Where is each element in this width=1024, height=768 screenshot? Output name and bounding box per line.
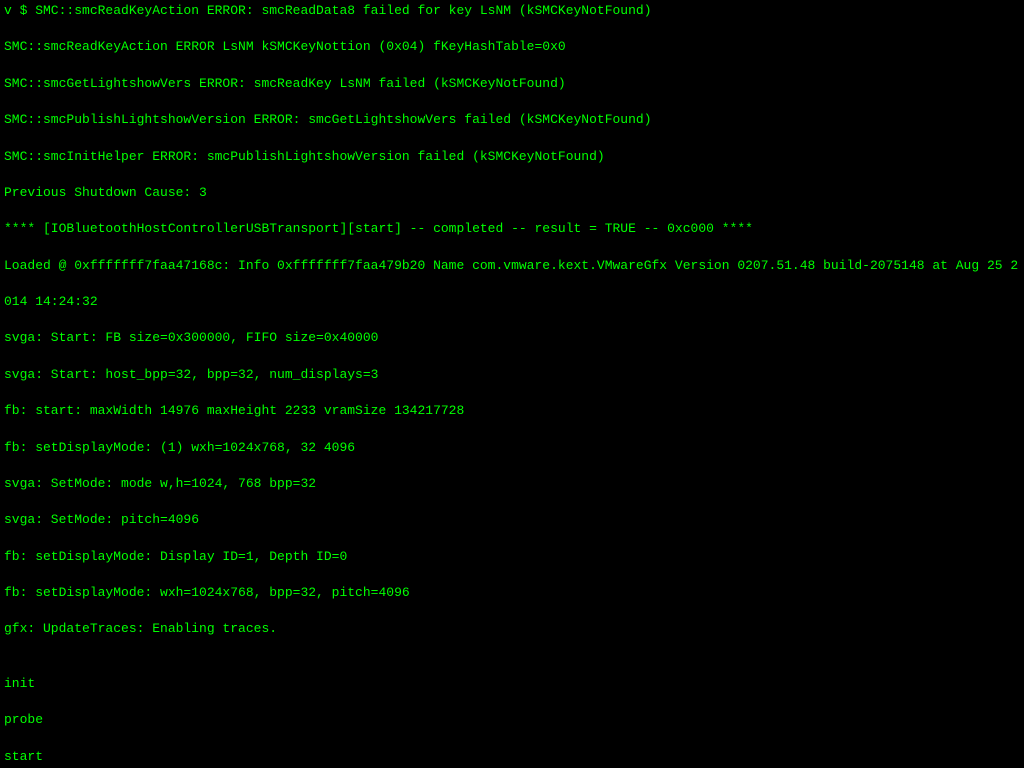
terminal-line: svga: SetMode: mode w,h=1024, 768 bpp=32 <box>4 475 1020 493</box>
terminal-line: Loaded @ 0xfffffff7faa47168c: Info 0xfff… <box>4 257 1020 275</box>
terminal-line: svga: SetMode: pitch=4096 <box>4 511 1020 529</box>
terminal-line: Previous Shutdown Cause: 3 <box>4 184 1020 202</box>
terminal-line: fb: setDisplayMode: Display ID=1, Depth … <box>4 548 1020 566</box>
terminal-line: **** [IOBluetoothHostControllerUSBTransp… <box>4 220 1020 238</box>
terminal-line: fb: setDisplayMode: (1) wxh=1024x768, 32… <box>4 439 1020 457</box>
terminal-line: 014 14:24:32 <box>4 293 1020 311</box>
terminal-line: fb: setDisplayMode: wxh=1024x768, bpp=32… <box>4 584 1020 602</box>
terminal-line: init <box>4 675 1020 693</box>
terminal-line: start <box>4 748 1020 766</box>
terminal-output: v $ SMC::smcReadKeyAction ERROR: smcRead… <box>0 0 1024 768</box>
terminal-line: SMC::smcGetLightshowVers ERROR: smcReadK… <box>4 75 1020 93</box>
terminal-line: probe <box>4 711 1020 729</box>
terminal-line: v $ SMC::smcReadKeyAction ERROR: smcRead… <box>4 2 1020 20</box>
terminal-line: svga: Start: host_bpp=32, bpp=32, num_di… <box>4 366 1020 384</box>
terminal-line: svga: Start: FB size=0x300000, FIFO size… <box>4 329 1020 347</box>
terminal-line: fb: start: maxWidth 14976 maxHeight 2233… <box>4 402 1020 420</box>
terminal-line: SMC::smcReadKeyAction ERROR LsNM kSMCKey… <box>4 38 1020 56</box>
terminal-line: gfx: UpdateTraces: Enabling traces. <box>4 620 1020 638</box>
terminal-line: SMC::smcInitHelper ERROR: smcPublishLigh… <box>4 148 1020 166</box>
terminal-line: SMC::smcPublishLightshowVersion ERROR: s… <box>4 111 1020 129</box>
